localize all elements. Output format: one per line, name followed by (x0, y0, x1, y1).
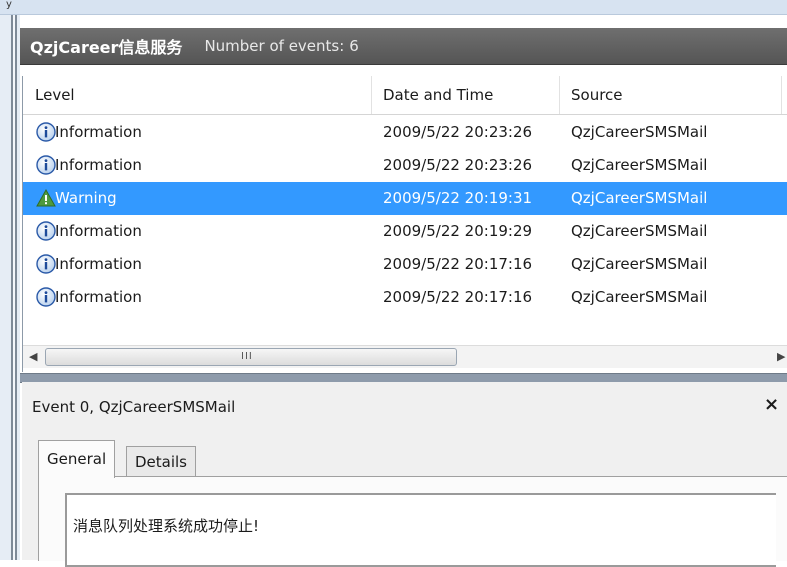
event-datetime: 2009/5/22 20:17:16 (383, 288, 533, 306)
close-icon[interactable]: × (764, 394, 779, 415)
horizontal-scrollbar[interactable]: ◀ III ▶ (23, 345, 787, 368)
event-datetime: 2009/5/22 20:23:26 (383, 156, 533, 174)
scrollbar-grip: III (241, 351, 253, 362)
warning-icon (36, 188, 56, 208)
event-level: Information (55, 156, 142, 174)
event-datetime: 2009/5/22 20:17:16 (383, 255, 533, 273)
event-datetime: 2009/5/22 20:19:31 (383, 189, 533, 207)
event-source: QzjCareerSMSMail (571, 156, 708, 174)
event-count: Number of events: 6 (204, 37, 358, 55)
event-message-box: 消息队列处理系统成功停止! (65, 493, 776, 567)
event-datetime: 2009/5/22 20:19:29 (383, 222, 533, 240)
event-level: Information (55, 288, 142, 306)
event-count-value: 6 (349, 37, 359, 55)
tab-details[interactable]: Details (126, 446, 197, 477)
info-icon (36, 122, 56, 142)
scroll-left-arrow-icon[interactable]: ◀ (29, 350, 37, 363)
column-header-level[interactable]: Level (35, 86, 75, 104)
panel-title: QzjCareer信息服务 (30, 38, 183, 57)
event-row[interactable]: Information 2009/5/22 20:23:26 QzjCareerSM… (23, 149, 787, 182)
column-divider[interactable] (559, 76, 560, 114)
column-header-datetime[interactable]: Date and Time (383, 86, 493, 104)
event-detail-pane: Event 0, QzjCareerSMSMail × General Deta… (22, 382, 787, 567)
tab-general[interactable]: General (38, 440, 116, 478)
event-level: Information (55, 123, 142, 141)
event-source: QzjCareerSMSMail (571, 255, 708, 273)
scroll-right-arrow-icon[interactable]: ▶ (777, 350, 785, 363)
window-top-strip: y (0, 0, 787, 15)
event-source: QzjCareerSMSMail (571, 288, 708, 306)
event-count-label: Number of events: (204, 37, 345, 55)
event-datetime: 2009/5/22 20:23:26 (383, 123, 533, 141)
column-header-source[interactable]: Source (571, 86, 623, 104)
panel-header: QzjCareer信息服务 Number of events: 6 (20, 28, 787, 65)
event-row[interactable]: Information 2009/5/22 20:23:26 QzjCareerSM… (23, 116, 787, 149)
column-header-row: Level Date and Time Source (23, 76, 787, 115)
column-divider[interactable] (781, 76, 782, 114)
event-level: Information (55, 222, 142, 240)
event-row[interactable]: Information 2009/5/22 20:19:29 QzjCareerSM… (23, 215, 787, 248)
event-source: QzjCareerSMSMail (571, 123, 708, 141)
event-message: 消息队列处理系统成功停止! (73, 517, 260, 535)
event-source: QzjCareerSMSMail (571, 189, 708, 207)
scrollbar-thumb[interactable]: III (45, 348, 457, 366)
tab-general-content: 消息队列处理系统成功停止! (38, 476, 787, 567)
corner-glyph: y (6, 0, 12, 10)
event-level: Information (55, 255, 142, 273)
event-row[interactable]: Information 2009/5/22 20:17:16 QzjCareerSM… (23, 248, 787, 281)
info-icon (36, 254, 56, 274)
event-list: Level Date and Time Source Information 20… (22, 76, 787, 372)
column-divider[interactable] (371, 76, 372, 114)
info-icon (36, 287, 56, 307)
event-row[interactable]: Information 2009/5/22 20:17:16 QzjCareerSM… (23, 281, 787, 314)
left-frame-border (0, 15, 20, 560)
event-detail-title: Event 0, QzjCareerSMSMail (32, 398, 236, 416)
event-source: QzjCareerSMSMail (571, 222, 708, 240)
info-icon (36, 155, 56, 175)
event-level: Warning (55, 189, 117, 207)
info-icon (36, 221, 56, 241)
event-row[interactable]: Warning 2009/5/22 20:19:31 QzjCareerSMSMai… (23, 182, 787, 215)
